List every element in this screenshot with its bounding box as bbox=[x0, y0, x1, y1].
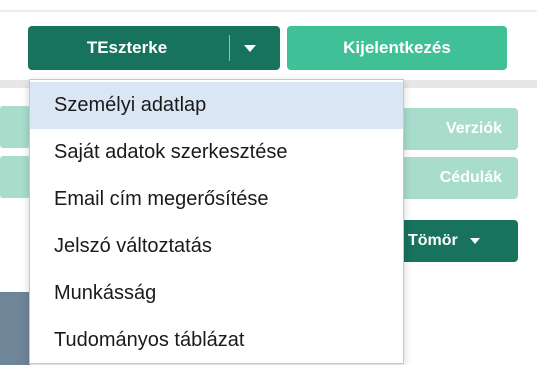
compact-view-label: Tömör bbox=[408, 232, 458, 249]
menu-item-personal-profile[interactable]: Személyi adatlap bbox=[30, 82, 403, 129]
chevron-down-icon bbox=[469, 238, 480, 244]
user-menu-label: TEszterke bbox=[86, 38, 168, 57]
user-menu-button[interactable]: TEszterke bbox=[28, 26, 280, 70]
compact-view-button[interactable]: Tömör bbox=[400, 220, 518, 262]
background-button bbox=[0, 106, 30, 148]
chevron-down-icon[interactable] bbox=[244, 45, 256, 52]
logout-button[interactable]: Kijelentkezés bbox=[287, 26, 507, 70]
menu-item-scientific-table[interactable]: Tudományos táblázat bbox=[30, 317, 403, 364]
menu-item-change-password[interactable]: Jelszó változtatás bbox=[30, 223, 403, 270]
menu-item-confirm-email[interactable]: Email cím megerősítése bbox=[30, 176, 403, 223]
menu-item-edit-own-data[interactable]: Saját adatok szerkesztése bbox=[30, 129, 403, 176]
user-dropdown-menu: Személyi adatlap Saját adatok szerkeszté… bbox=[29, 79, 404, 364]
background-button bbox=[0, 156, 30, 198]
slips-button[interactable]: Cédulák bbox=[400, 157, 518, 199]
menu-item-work[interactable]: Munkásság bbox=[30, 270, 403, 317]
versions-button[interactable]: Verziók bbox=[400, 108, 518, 150]
split-divider bbox=[229, 35, 230, 61]
background-panel bbox=[0, 292, 30, 365]
top-divider bbox=[0, 10, 537, 12]
